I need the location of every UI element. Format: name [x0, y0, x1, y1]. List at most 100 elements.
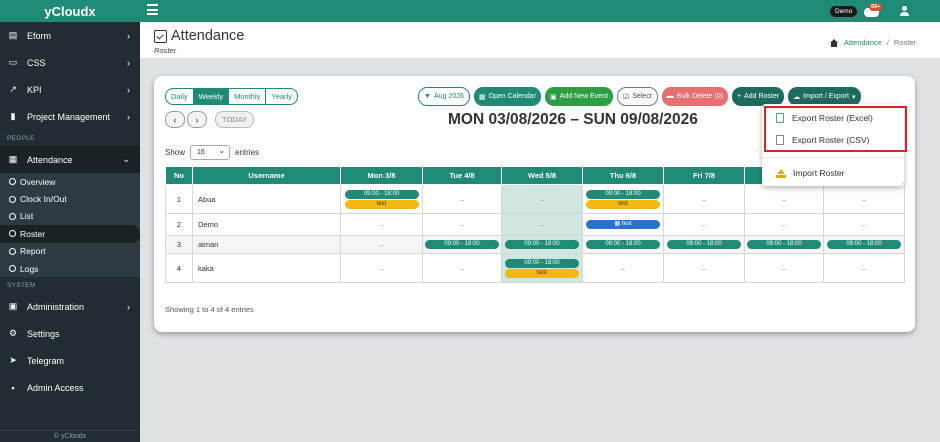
empty-cell[interactable]: – — [422, 184, 502, 214]
shift-pill[interactable]: 09:00 - 18:00 — [505, 240, 579, 249]
shift-cell[interactable]: 09:00 - 18:00 — [823, 235, 905, 254]
sidebar-item-admin-access[interactable]: ▪ Admin Access — [0, 374, 140, 401]
import-roster-menu-item[interactable]: Import Roster — [762, 162, 904, 184]
open-calendar-button[interactable]: ▦ Open Calendar — [473, 87, 542, 106]
empty-cell[interactable]: – — [663, 213, 745, 236]
column-header[interactable]: Fri 7/8 — [663, 166, 745, 185]
event-pill[interactable]: test — [344, 199, 419, 209]
event-pill[interactable]: test — [505, 268, 579, 278]
column-header[interactable]: No — [165, 166, 193, 185]
view-daily-button[interactable]: Daily — [166, 89, 194, 104]
empty-cell[interactable]: – — [823, 253, 905, 283]
hamburger-menu-icon[interactable] — [147, 4, 158, 15]
column-header[interactable]: Mon 3/8 — [340, 166, 423, 185]
sidebar-item-project-management[interactable]: ▮ Project Management › — [0, 103, 140, 130]
shift-pill[interactable]: 09:00 - 18:00 — [586, 240, 660, 249]
empty-cell[interactable]: – — [663, 253, 745, 283]
breadcrumb-attendance[interactable]: Attendance — [844, 38, 882, 47]
notifications-button[interactable]: 99+ — [864, 3, 883, 17]
sidebar-item-eform[interactable]: ▤ Eform › — [0, 22, 140, 49]
sidebar-item-clock-in-out[interactable]: Clock In/Out — [0, 190, 140, 207]
column-header[interactable]: Tue 4/8 — [422, 166, 502, 185]
empty-cell[interactable]: – — [744, 184, 824, 214]
shift-cell[interactable]: 09:00 - 18:00 test — [582, 184, 664, 214]
sidebar-item-label: Admin Access — [27, 382, 84, 393]
empty-cell[interactable]: – — [501, 184, 583, 214]
sidebar-footer: © yCloudx — [0, 430, 140, 442]
shift-pill[interactable]: 09:00 - 18:00 — [827, 240, 901, 249]
sidebar-item-overview[interactable]: Overview — [0, 173, 140, 190]
section-people: PEOPLE — [7, 134, 35, 142]
circle-icon — [9, 265, 16, 273]
sidebar-item-roster[interactable]: Roster — [0, 225, 140, 243]
view-yearly-button[interactable]: Yearly — [266, 89, 297, 104]
shift-pill[interactable]: 09:00 - 18:00 — [505, 258, 579, 268]
shift-cell[interactable]: 09:00 - 18:00 — [582, 235, 664, 254]
shift-cell[interactable]: 09:00 - 18:00 — [663, 235, 745, 254]
shift-cell[interactable]: 09:00 - 18:00 — [501, 235, 583, 254]
sidebar-item-label: Overview — [20, 176, 56, 187]
page-title-text: Attendance — [171, 28, 245, 44]
event-pill[interactable]: test — [586, 199, 660, 209]
column-header[interactable]: Username — [192, 166, 341, 185]
empty-cell[interactable]: – — [823, 184, 905, 214]
sidebar-item-css[interactable]: ▭ CSS › — [0, 49, 140, 76]
shift-pill[interactable]: 09:00 - 18:00 — [425, 240, 499, 249]
shift-pill[interactable]: 09:00 - 18:00 — [586, 189, 660, 199]
user-icon[interactable] — [900, 6, 909, 16]
view-weekly-button[interactable]: Weekly — [193, 89, 230, 104]
sidebar-item-settings[interactable]: ⚙ Settings — [0, 320, 140, 347]
view-monthly-button[interactable]: Monthly — [229, 89, 267, 104]
column-header[interactable]: Wed 5/8 — [501, 166, 583, 185]
prev-week-button[interactable]: ‹ — [165, 111, 185, 128]
week-range-title: MON 03/08/2026 – SUN 09/08/2026 — [448, 111, 698, 128]
shift-cell[interactable]: 09:00 - 18:00 — [422, 235, 502, 254]
sidebar-item-label: Settings — [27, 328, 60, 339]
project-icon: ▮ — [10, 111, 16, 121]
shift-cell[interactable]: 09:00 - 18:00 test — [501, 253, 583, 283]
add-new-event-button[interactable]: ▣ Add New Event — [545, 87, 613, 106]
sidebar-item-list[interactable]: List — [0, 208, 140, 225]
shift-cell[interactable]: 09:00 - 18:00 — [744, 235, 824, 254]
event-pill[interactable]: ▦ test — [586, 220, 660, 229]
select-button[interactable]: ☑ Select — [616, 87, 658, 106]
column-header[interactable]: Thu 6/8 — [582, 166, 664, 185]
empty-cell[interactable]: – — [422, 253, 502, 283]
empty-cell[interactable]: – — [340, 253, 423, 283]
calendar-icon: ▦ — [614, 221, 622, 227]
sidebar-item-attendance[interactable]: ▦ Attendance ⌄ — [0, 146, 140, 173]
sidebar-item-telegram[interactable]: ➤ Telegram — [0, 347, 140, 374]
shift-pill[interactable]: 09:00 - 18:00 — [747, 240, 821, 249]
empty-cell[interactable]: – — [663, 184, 745, 214]
empty-cell[interactable]: – — [744, 253, 824, 283]
table-row: 1 Abua 09:00 - 18:00 test – – 09:00 - 18… — [165, 184, 905, 214]
next-week-button[interactable]: › — [187, 111, 207, 128]
empty-cell[interactable]: – — [501, 213, 583, 236]
entries-per-page-select[interactable]: 16 — [190, 145, 231, 160]
bulk-delete-button[interactable]: ▬ Bulk Delete (0) — [661, 87, 728, 106]
admin-icon: ▣ — [8, 301, 18, 312]
today-button[interactable]: TODAY — [215, 111, 255, 128]
shift-pill[interactable]: 09:00 - 18:00 — [667, 240, 741, 249]
empty-cell[interactable]: – — [422, 213, 502, 236]
empty-cell[interactable]: – — [340, 235, 423, 254]
empty-cell[interactable]: – — [582, 253, 664, 283]
monitor-icon: ▭ — [8, 57, 18, 67]
empty-cell[interactable]: – — [744, 213, 824, 236]
sidebar-item-report[interactable]: Report — [0, 243, 140, 260]
import-export-label: Import / Export — [803, 93, 849, 100]
shift-pill[interactable]: 09:00 - 18:00 — [344, 189, 419, 199]
empty-cell[interactable]: – — [340, 213, 423, 236]
empty-cell[interactable]: – — [823, 213, 905, 236]
chevron-right-icon: › — [127, 301, 130, 312]
sidebar-item-kpi[interactable]: ↗ KPI › — [0, 76, 140, 103]
sidebar-item-logs[interactable]: Logs — [0, 260, 140, 277]
sidebar-item-administration[interactable]: ▣ Administration › — [0, 293, 140, 320]
shift-cell[interactable]: ▦ test — [582, 213, 664, 236]
home-icon[interactable] — [829, 38, 839, 47]
circle-icon — [9, 212, 16, 220]
company-badge[interactable]: Demo — [830, 6, 858, 17]
shift-cell[interactable]: 09:00 - 18:00 test — [340, 184, 423, 214]
month-filter-button[interactable]: ▼ Aug 2026 — [418, 87, 470, 106]
brand-logo[interactable]: yCloudx — [0, 0, 140, 22]
